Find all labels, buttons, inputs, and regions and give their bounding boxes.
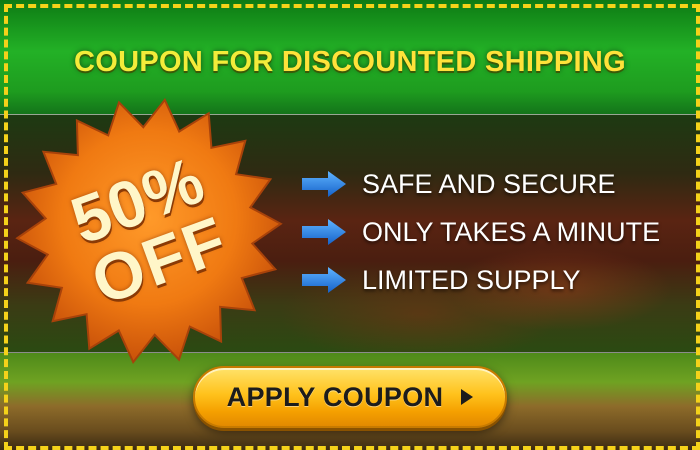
apply-coupon-label: APPLY COUPON: [226, 381, 444, 412]
page-title: COUPON FOR DISCOUNTED SHIPPING: [0, 46, 700, 79]
apply-coupon-button[interactable]: APPLY COUPON: [193, 366, 507, 428]
feature-label: SAFE AND SECURE: [362, 168, 616, 199]
feature-label: LIMITED SUPPLY: [362, 264, 581, 295]
feature-item-safe: SAFE AND SECURE: [302, 166, 616, 202]
feature-label: ONLY TAKES A MINUTE: [362, 216, 661, 247]
arrow-right-icon: [302, 171, 346, 197]
arrow-right-icon: [302, 267, 346, 293]
play-triangle-icon: [461, 389, 474, 405]
arrow-right-icon: [302, 219, 346, 245]
title-emphasis: DISCOUNTED SHIPPING: [281, 46, 626, 78]
coupon-banner: COUPON FOR DISCOUNTED SHIPPING 50% OFF S…: [0, 0, 700, 450]
feature-item-supply: LIMITED SUPPLY: [302, 262, 581, 298]
title-prefix: COUPON FOR: [74, 46, 282, 78]
feature-item-minute: ONLY TAKES A MINUTE: [302, 214, 660, 250]
